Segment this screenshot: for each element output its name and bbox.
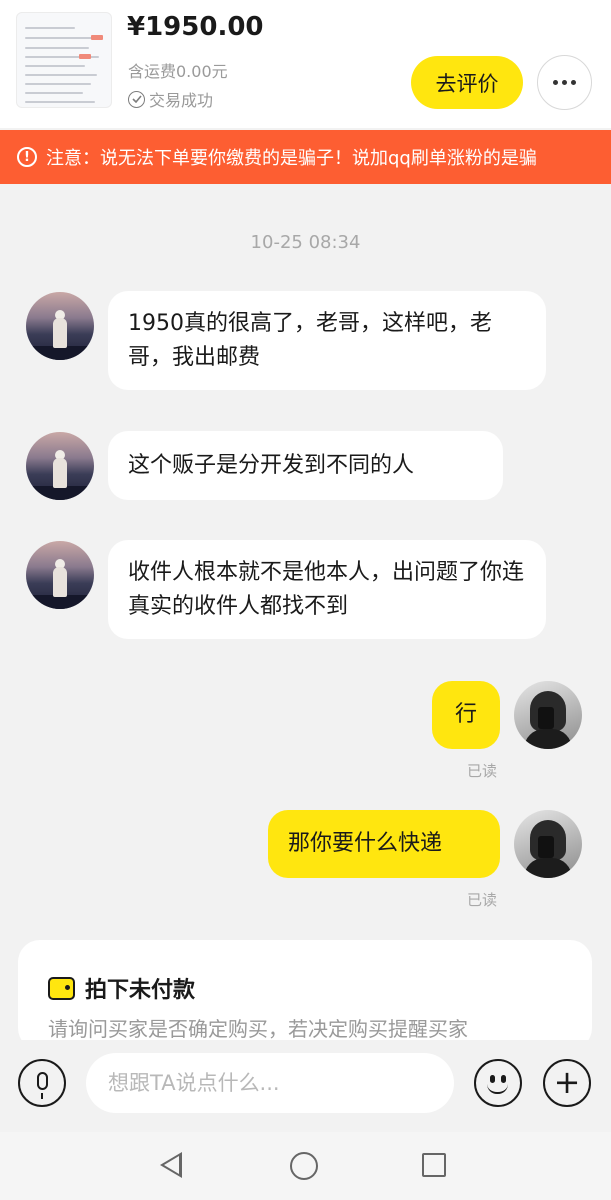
microphone-icon[interactable] — [18, 1059, 66, 1107]
microphone-glyph — [36, 1072, 48, 1099]
message-input[interactable] — [86, 1053, 454, 1113]
emoji-eye — [501, 1075, 506, 1083]
message-text: 收件人根本就不是他本人，出问题了你连真实的收件人都找不到 — [128, 559, 525, 619]
warning-icon: ! — [17, 147, 37, 167]
card-title-row: 拍下未付款 — [48, 972, 195, 1004]
home-icon[interactable] — [290, 1152, 318, 1180]
warning-text: 注意：说无法下单要你缴费的是骗子！说加qq刷单涨粉的是骗 — [46, 148, 537, 169]
thumbnail-tag — [91, 35, 103, 40]
emoji-face — [476, 1061, 520, 1105]
thumbnail-line — [25, 47, 89, 49]
order-header: ¥1950.00 含运费0.00元 交易成功 去评价 — [0, 0, 611, 128]
avatar-road — [26, 486, 94, 500]
message-bubble-outgoing[interactable]: 那你要什么快递 — [268, 810, 500, 878]
avatar-figure — [53, 458, 67, 488]
message-text: 这个贩子是分开发到不同的人 — [128, 452, 415, 478]
message-bubble-incoming[interactable]: 1950真的很高了，老哥，这样吧，老哥，我出邮费 — [108, 291, 546, 390]
message-text: 那你要什么快递 — [288, 831, 443, 856]
order-status-text: 交易成功 — [149, 91, 214, 110]
check-circle-icon — [128, 90, 145, 108]
avatar-phone — [538, 836, 554, 858]
thumbnail-line — [25, 83, 91, 85]
more-dot — [571, 80, 576, 85]
contact-avatar[interactable] — [26, 292, 94, 360]
avatar-road — [26, 595, 94, 609]
card-description: 请询问买家是否确定购买，若决定购买提醒买家 — [48, 1017, 468, 1041]
message-text: 行 — [454, 702, 477, 727]
thumbnail-line — [25, 37, 95, 39]
avatar-body — [524, 858, 572, 878]
recent-apps-icon[interactable] — [422, 1153, 446, 1177]
avatar-phone — [538, 707, 554, 729]
thumbnail-line — [25, 74, 97, 76]
message-bubble-incoming[interactable]: 这个贩子是分开发到不同的人 — [108, 431, 503, 500]
emoji-mouth — [487, 1084, 508, 1094]
shipping-fee: 含运费0.00元 — [128, 62, 228, 81]
scam-warning-banner: ! 注意：说无法下单要你缴费的是骗子！说加qq刷单涨粉的是骗 — [0, 130, 611, 184]
message-text: 1950真的很高了，老哥，这样吧，老哥，我出邮费 — [128, 310, 492, 370]
wallet-icon — [48, 976, 75, 1000]
system-navigation-bar — [0, 1132, 611, 1200]
avatar-figure — [53, 567, 67, 597]
thumbnail-line — [25, 27, 75, 29]
emoji-eye — [490, 1075, 495, 1083]
avatar-figure — [53, 318, 67, 348]
more-icon[interactable] — [537, 55, 592, 110]
unpaid-order-card[interactable]: 拍下未付款 请询问买家是否确定购买，若决定购买提醒买家 — [18, 940, 592, 1050]
chat-timestamp: 10-25 08:34 — [250, 232, 361, 253]
order-price: ¥1950.00 — [127, 12, 264, 42]
plus-glyph: + — [553, 1063, 581, 1101]
card-title: 拍下未付款 — [85, 978, 196, 1003]
my-avatar[interactable] — [514, 810, 582, 878]
more-dot — [562, 80, 567, 85]
product-thumbnail[interactable] — [16, 12, 112, 108]
message-bubble-outgoing[interactable]: 行 — [432, 681, 500, 749]
contact-avatar[interactable] — [26, 541, 94, 609]
message-input-bar: + — [0, 1040, 611, 1130]
read-receipt: 已读 — [467, 762, 498, 780]
emoji-icon[interactable] — [474, 1059, 522, 1107]
thumbnail-line — [25, 65, 85, 67]
order-status: 交易成功 — [128, 87, 213, 111]
more-dot — [553, 80, 558, 85]
message-bubble-incoming[interactable]: 收件人根本就不是他本人，出问题了你连真实的收件人都找不到 — [108, 540, 546, 639]
avatar-road — [26, 346, 94, 360]
back-icon[interactable] — [160, 1152, 182, 1178]
my-avatar[interactable] — [514, 681, 582, 749]
plus-icon[interactable]: + — [543, 1059, 591, 1107]
thumbnail-tag — [79, 54, 91, 59]
thumbnail-line — [25, 101, 95, 103]
review-button[interactable]: 去评价 — [411, 56, 523, 109]
avatar-body — [524, 729, 572, 749]
thumbnail-line — [25, 92, 83, 94]
read-receipt: 已读 — [467, 891, 498, 909]
contact-avatar[interactable] — [26, 432, 94, 500]
